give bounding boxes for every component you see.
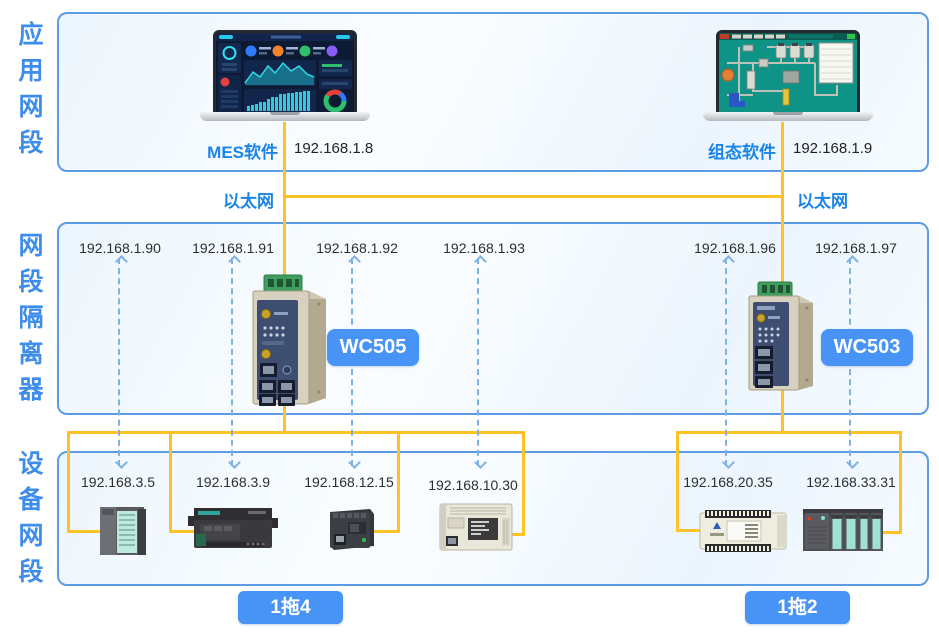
ethernet-label-left: 以太网: [166, 187, 274, 212]
plc4-illustration: [438, 502, 514, 552]
mapping-arrow-4: [477, 258, 481, 466]
mapping-arrow-5: [725, 258, 729, 466]
mes-laptop-base: [200, 112, 370, 121]
plc-siemens-s7-200: [188, 506, 278, 557]
mapping-arrow-1: [118, 258, 122, 466]
wan-ip-5: 192.168.1.96: [694, 240, 776, 256]
plc-ip-6: 192.168.33.31: [806, 474, 896, 490]
left-bus-drop-2: [169, 431, 172, 533]
right-bus-stub-2: [882, 531, 902, 534]
plc-ip-1: 192.168.3.5: [81, 474, 155, 490]
scada-process-illustration: [719, 33, 857, 115]
left-device-bus-line: [67, 431, 525, 434]
wan-ip-2: 192.168.1.91: [192, 240, 274, 256]
isolator-segment-label: 网段隔离器: [15, 228, 47, 408]
plc5-illustration: [697, 507, 789, 555]
right-mode-badge: 1拖2: [745, 591, 850, 624]
ethernet-trunk-line: [283, 195, 784, 198]
plc-ip-3: 192.168.12.15: [304, 474, 394, 490]
mes-ip: 192.168.1.8: [294, 140, 373, 157]
wc503-gateway-device: [744, 281, 820, 400]
right-bus-drop-2: [899, 431, 902, 534]
wc503-model-badge: WC503: [821, 329, 913, 366]
wc503-gateway-illustration: [744, 281, 820, 395]
mes-laptop: [200, 28, 370, 126]
wan-ip-1: 192.168.1.90: [79, 240, 161, 256]
wc505-model-badge: WC505: [327, 329, 419, 366]
device-segment-label: 设备网段: [15, 446, 47, 590]
plc-ip-5: 192.168.20.35: [683, 474, 773, 490]
wc505-gateway-illustration: [247, 273, 333, 410]
plc2-illustration: [188, 506, 278, 552]
plc-delta-dvp: [697, 507, 789, 560]
ethernet-label-right: 以太网: [797, 187, 848, 212]
right-device-bus-line: [676, 431, 902, 434]
plc-siemens-module: [98, 505, 150, 562]
wan-ip-3: 192.168.1.92: [316, 240, 398, 256]
wan-ip-6: 192.168.1.97: [815, 240, 897, 256]
scada-ip: 192.168.1.9: [793, 140, 872, 157]
left-bus-drop-1: [67, 431, 70, 533]
plc-ip-4: 192.168.10.30: [428, 477, 518, 493]
plc-logo-module: [324, 506, 378, 557]
right-bus-drop-1: [676, 431, 679, 532]
scada-laptop-base: [703, 112, 873, 121]
plc-ip-2: 192.168.3.9: [196, 474, 270, 490]
wc505-gateway-device: [247, 273, 333, 415]
left-bus-drop-4: [522, 431, 525, 536]
plc6-illustration: [801, 505, 885, 555]
mes-software-label: MES软件: [170, 138, 278, 163]
mes-dashboard-screen: [213, 30, 357, 118]
scada-laptop: [703, 28, 873, 126]
network-topology-diagram: 应用网段 网段隔离器 设备网段: [0, 0, 939, 634]
left-mode-badge: 1拖4: [238, 591, 343, 624]
plc3-illustration: [324, 506, 378, 552]
wan-ip-4: 192.168.1.93: [443, 240, 525, 256]
plc1-illustration: [98, 505, 150, 557]
left-bus-drop-3: [397, 431, 400, 533]
scada-software-label: 组态软件: [668, 138, 776, 163]
mapping-arrow-2: [231, 258, 235, 466]
plc-mitsubishi-fx: [438, 502, 514, 557]
mes-dashboard-illustration: [216, 33, 354, 115]
plc-siemens-s7-300-rack: [801, 505, 885, 560]
scada-screen: [716, 30, 860, 118]
application-segment-label: 应用网段: [15, 17, 47, 161]
